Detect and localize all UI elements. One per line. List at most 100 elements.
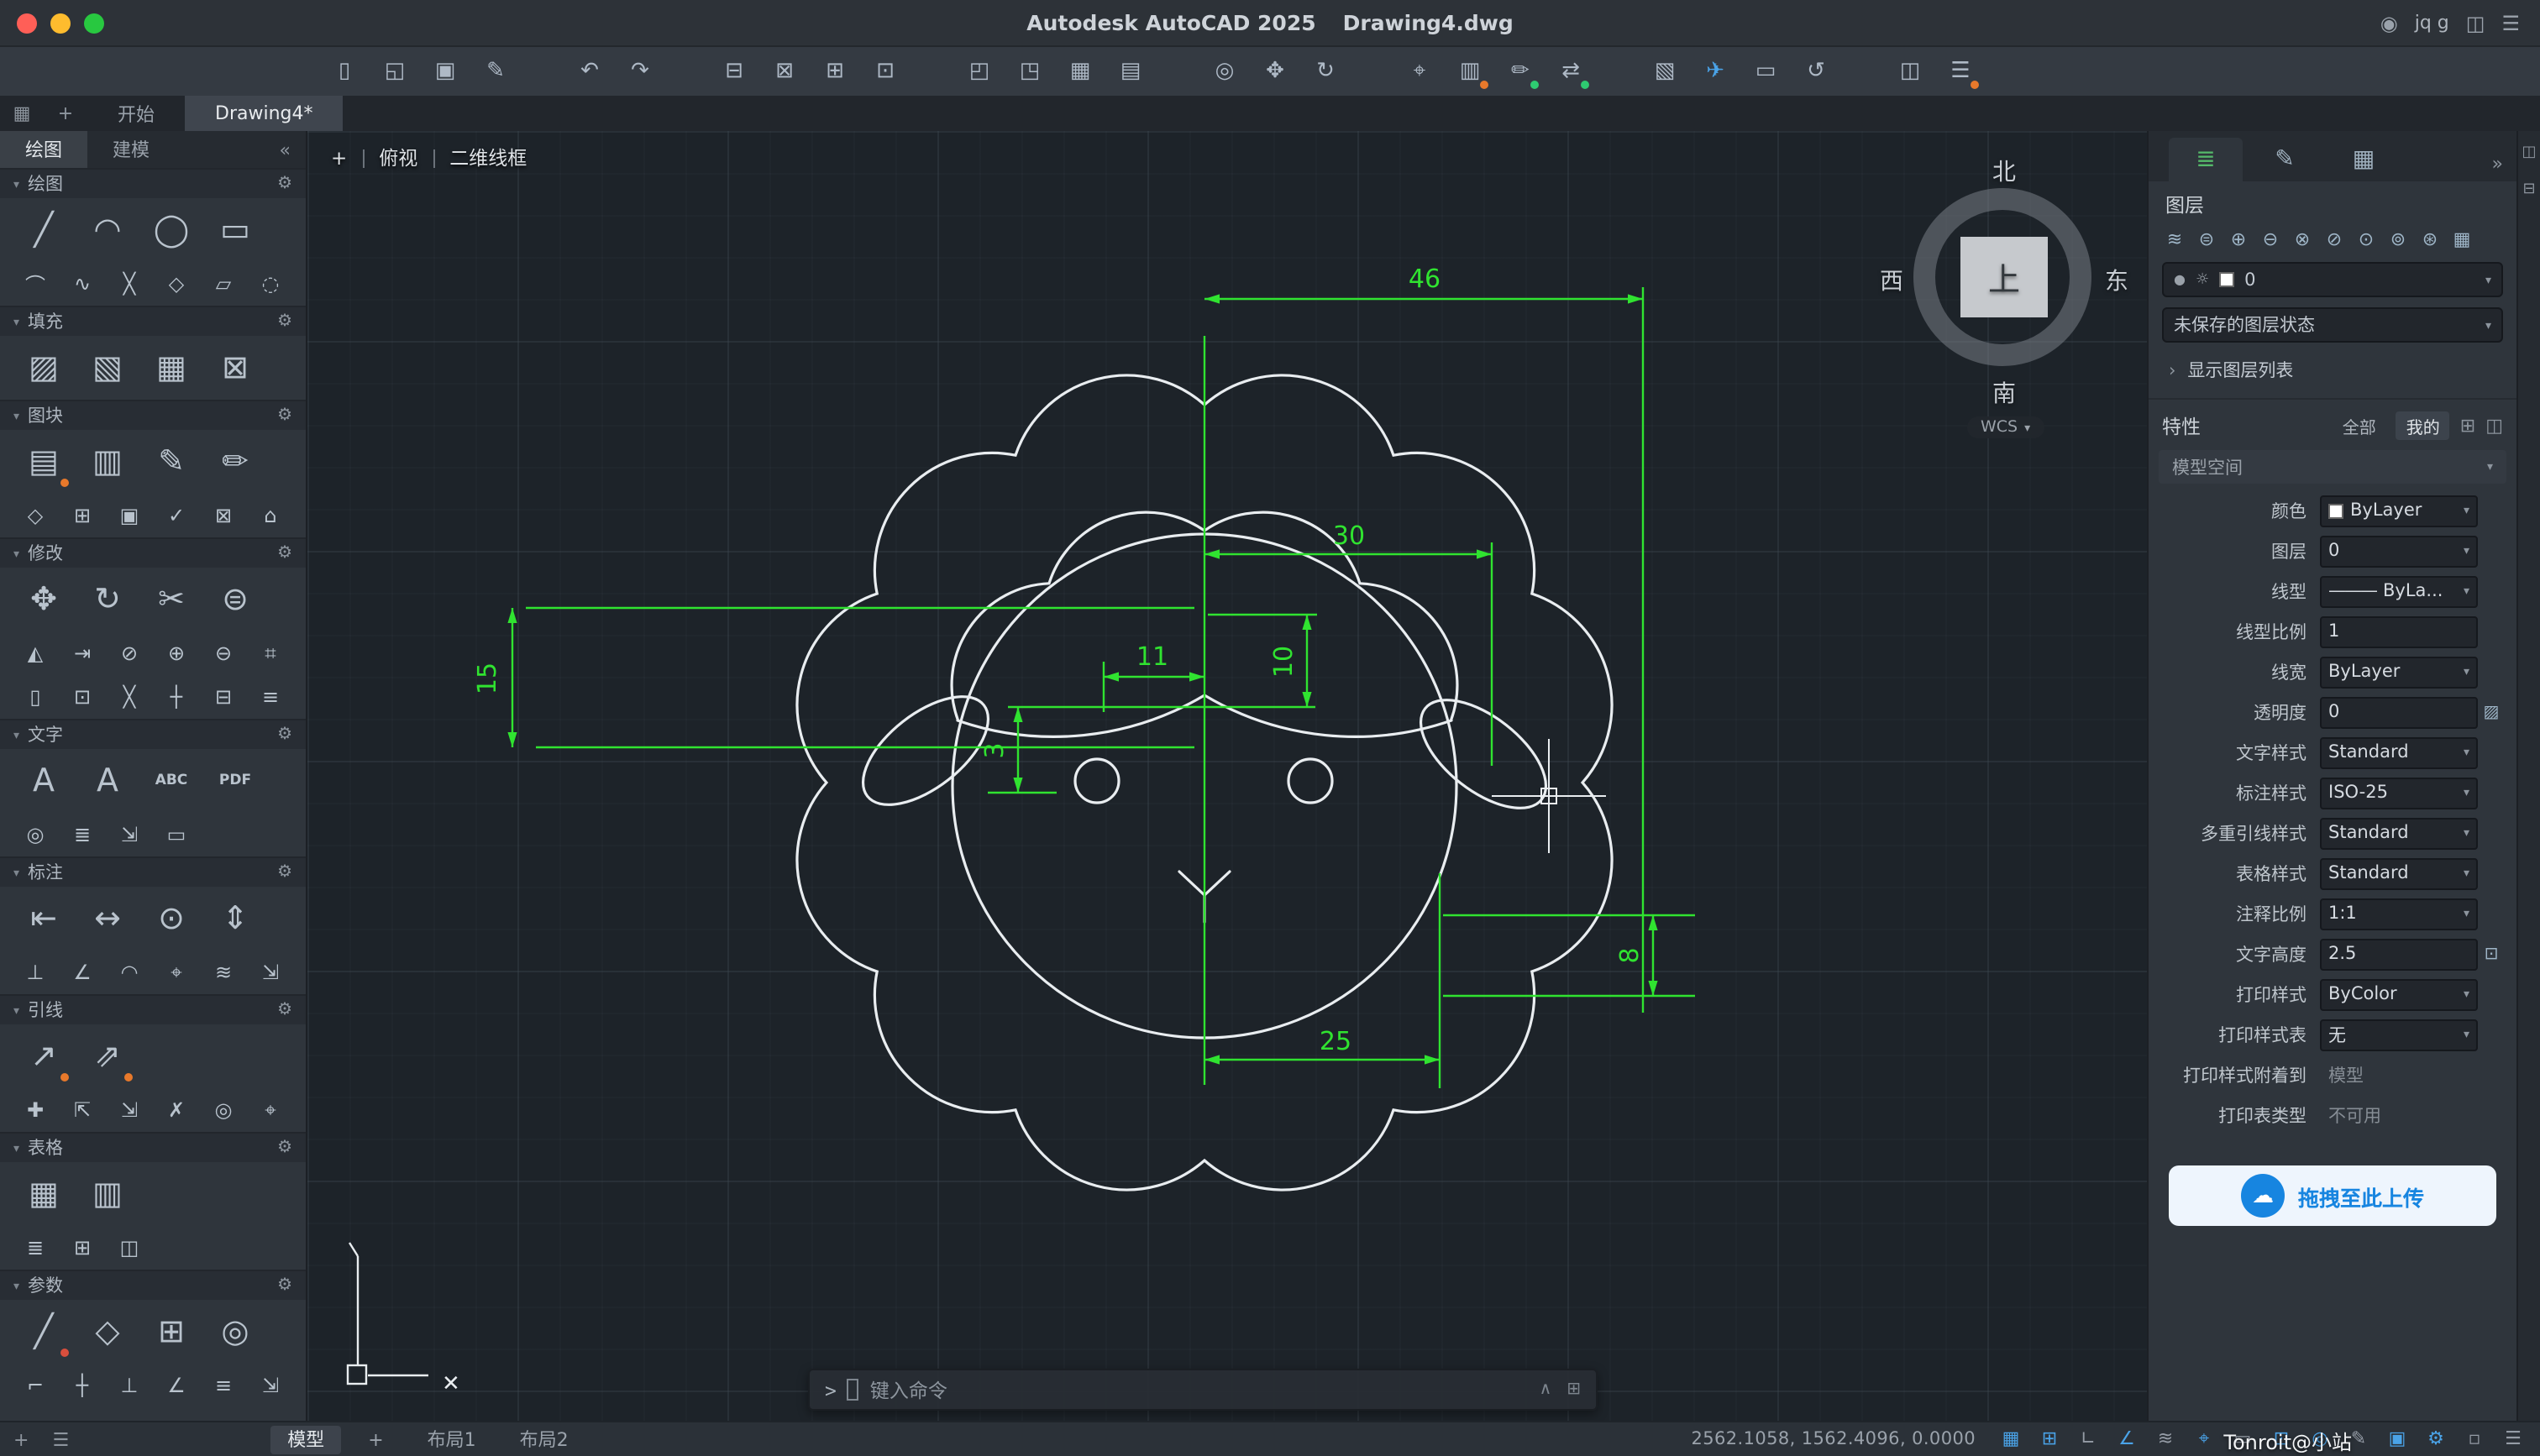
tool-icon[interactable]: ⊙ <box>144 892 198 945</box>
workspace-switching-toggle[interactable]: ⚙ <box>2422 1427 2449 1451</box>
drawing-compare-icon[interactable]: ⇄ <box>1551 53 1591 90</box>
tool-icon[interactable]: ◫ <box>111 1231 148 1265</box>
layer-on-icon[interactable]: ● <box>2174 272 2186 287</box>
layer-tool-icon-5[interactable]: ⊘ <box>2322 228 2347 250</box>
gear-icon[interactable]: ⚙ <box>277 1001 292 1019</box>
chevron-down-icon[interactable]: ▾ <box>2464 746 2469 759</box>
layer-tool-icon-8[interactable]: ⊛ <box>2417 228 2443 250</box>
tool-palettes-tab[interactable]: ▦ <box>2327 138 2401 181</box>
filter-mine-button[interactable]: 我的 <box>2396 411 2450 440</box>
save-as-icon[interactable]: ✎ <box>475 53 516 90</box>
model-space-canvas[interactable]: 46302511151038 + 俯视 二维线框 北 西 上 东 南 WCS ▾ <box>307 131 2147 1421</box>
tool-icon[interactable]: ∿ <box>64 267 101 301</box>
wcs-indicator[interactable]: WCS ▾ <box>1967 416 2044 438</box>
tool-icon[interactable]: ✂ <box>144 573 198 626</box>
palette-section-header[interactable]: ▾标注⚙ <box>0 856 306 887</box>
sync-icon[interactable]: ↺ <box>1796 53 1836 90</box>
tool-icon[interactable]: ◎ <box>205 1093 242 1127</box>
pan-icon[interactable]: ✥ <box>1255 53 1295 90</box>
tool-icon[interactable]: ⊞ <box>144 1305 198 1359</box>
quick-select-icon[interactable]: ⊞ <box>2460 415 2475 437</box>
pick-object-icon[interactable]: ◫ <box>2485 415 2503 437</box>
chevron-down-icon[interactable]: ▾ <box>2464 584 2469 598</box>
plot-preview-icon[interactable]: ⊠ <box>764 53 805 90</box>
layer-tool-icon-0[interactable]: ≋ <box>2162 228 2187 250</box>
tool-icon[interactable]: ≡ <box>205 1369 242 1402</box>
tool-icon[interactable]: ⊟ <box>205 680 242 714</box>
tool-icon[interactable]: ▣ <box>111 499 148 532</box>
palette-section-header[interactable]: ▾修改⚙ <box>0 537 306 568</box>
viewcube-top-face[interactable]: 上 <box>1960 237 2048 317</box>
tool-icon[interactable]: ╱ <box>17 203 71 257</box>
tool-icon[interactable]: ⌗ <box>252 636 289 670</box>
upload-button[interactable]: ☁ 拖拽至此上传 <box>2169 1165 2496 1226</box>
tool-icon[interactable]: ▧ <box>81 341 134 395</box>
property-value-layer[interactable]: 0▾ <box>2320 535 2478 567</box>
tool-icon[interactable]: ≋ <box>205 956 242 989</box>
customize-toolbar-icon[interactable]: ☰ <box>1940 53 1981 90</box>
layer-selector[interactable]: ● ☼ 0 ▾ <box>2162 262 2503 297</box>
grid-display-toggle[interactable]: ▦ <box>1997 1427 2024 1451</box>
tool-icon[interactable]: ╳ <box>111 267 148 301</box>
chevron-down-icon[interactable]: ▾ <box>2464 1028 2469 1041</box>
property-value-color[interactable]: ByLayer▾ <box>2320 495 2478 526</box>
property-value-linetype[interactable]: ———ByLa...▾ <box>2320 575 2478 607</box>
anchor-strip-icon-1[interactable]: ⊟ <box>2522 181 2535 198</box>
chevron-down-icon[interactable]: ▾ <box>2485 273 2491 286</box>
tool-icon[interactable]: ▭ <box>158 818 195 851</box>
insert-block-icon[interactable]: ◰ <box>959 53 1000 90</box>
image-attach-icon[interactable]: ▦ <box>1060 53 1100 90</box>
tool-icon[interactable]: ⇲ <box>252 956 289 989</box>
property-value-linetype-scale[interactable]: 1 <box>2320 615 2478 647</box>
palette-section-header[interactable]: ▾表格⚙ <box>0 1132 306 1162</box>
chevron-down-icon[interactable]: ▾ <box>2485 318 2491 332</box>
plot-icon[interactable]: ⊟ <box>714 53 754 90</box>
paste-icon[interactable]: ▧ <box>1645 53 1685 90</box>
command-collapse-icon[interactable]: ∧ <box>1540 1380 1552 1399</box>
gear-icon[interactable]: ⚙ <box>277 312 292 331</box>
gear-icon[interactable]: ⚙ <box>277 1276 292 1295</box>
isometric-drafting-toggle[interactable]: ≋ <box>2152 1427 2179 1451</box>
tool-icon[interactable]: ⌖ <box>252 1093 289 1127</box>
tab-drawing4[interactable]: Drawing4* <box>185 96 344 131</box>
text-height-extra-icon[interactable]: ⊡ <box>2478 945 2505 963</box>
chevron-down-icon[interactable]: ▾ <box>2464 504 2469 517</box>
zoom-window-icon[interactable]: ◎ <box>1204 53 1245 90</box>
tool-icon[interactable]: ⊞ <box>64 1231 101 1265</box>
tool-icon[interactable]: ✥ <box>17 573 71 626</box>
tab-overview-icon[interactable]: ▦ <box>0 96 44 131</box>
tool-icon[interactable]: ≣ <box>64 818 101 851</box>
tool-icon[interactable]: A <box>17 754 71 808</box>
user-avatar-icon[interactable]: ◉ <box>2380 11 2398 34</box>
tool-icon[interactable]: ⇥ <box>64 636 101 670</box>
attach-xref-icon[interactable]: ◳ <box>1010 53 1050 90</box>
property-value-text-style[interactable]: Standard▾ <box>2320 736 2478 768</box>
viewcube-east[interactable]: 东 <box>2105 264 2128 297</box>
tool-icon[interactable]: ✎ <box>144 435 198 489</box>
tool-icon[interactable]: ⇲ <box>111 818 148 851</box>
tool-icon[interactable]: ✓ <box>158 499 195 532</box>
palette-section-header[interactable]: ▾参数⚙ <box>0 1270 306 1300</box>
tool-icon[interactable]: ✗ <box>158 1093 195 1127</box>
tool-icon[interactable]: ◠ <box>81 203 134 257</box>
tool-icon[interactable]: ◭ <box>17 636 54 670</box>
palette-section-header[interactable]: ▾文字⚙ <box>0 719 306 749</box>
tab-start[interactable]: 开始 <box>87 96 185 131</box>
property-value-dim-style[interactable]: ISO-25▾ <box>2320 777 2478 809</box>
add-palette-icon[interactable]: + <box>13 1428 29 1450</box>
tool-icon[interactable]: ⇕ <box>208 892 262 945</box>
tool-icon[interactable]: ⊠ <box>205 499 242 532</box>
menu-icon[interactable]: ☰ <box>2501 11 2520 34</box>
tool-icon[interactable]: ◎ <box>208 1305 262 1359</box>
tool-icon[interactable]: ∠ <box>64 956 101 989</box>
tool-icon[interactable]: ⊜ <box>208 573 262 626</box>
tool-icon[interactable]: ⇲ <box>111 1093 148 1127</box>
tool-icon[interactable]: ▤ <box>17 435 71 489</box>
palette-section-header[interactable]: ▾绘图⚙ <box>0 168 306 198</box>
tool-icon[interactable]: ⌖ <box>158 956 195 989</box>
layers-tab[interactable]: ≣ <box>2169 138 2243 181</box>
palette-section-header[interactable]: ▾引线⚙ <box>0 994 306 1024</box>
minimize-button[interactable] <box>50 13 71 33</box>
user-name[interactable]: jq g <box>2415 12 2449 34</box>
close-button[interactable] <box>17 13 37 33</box>
